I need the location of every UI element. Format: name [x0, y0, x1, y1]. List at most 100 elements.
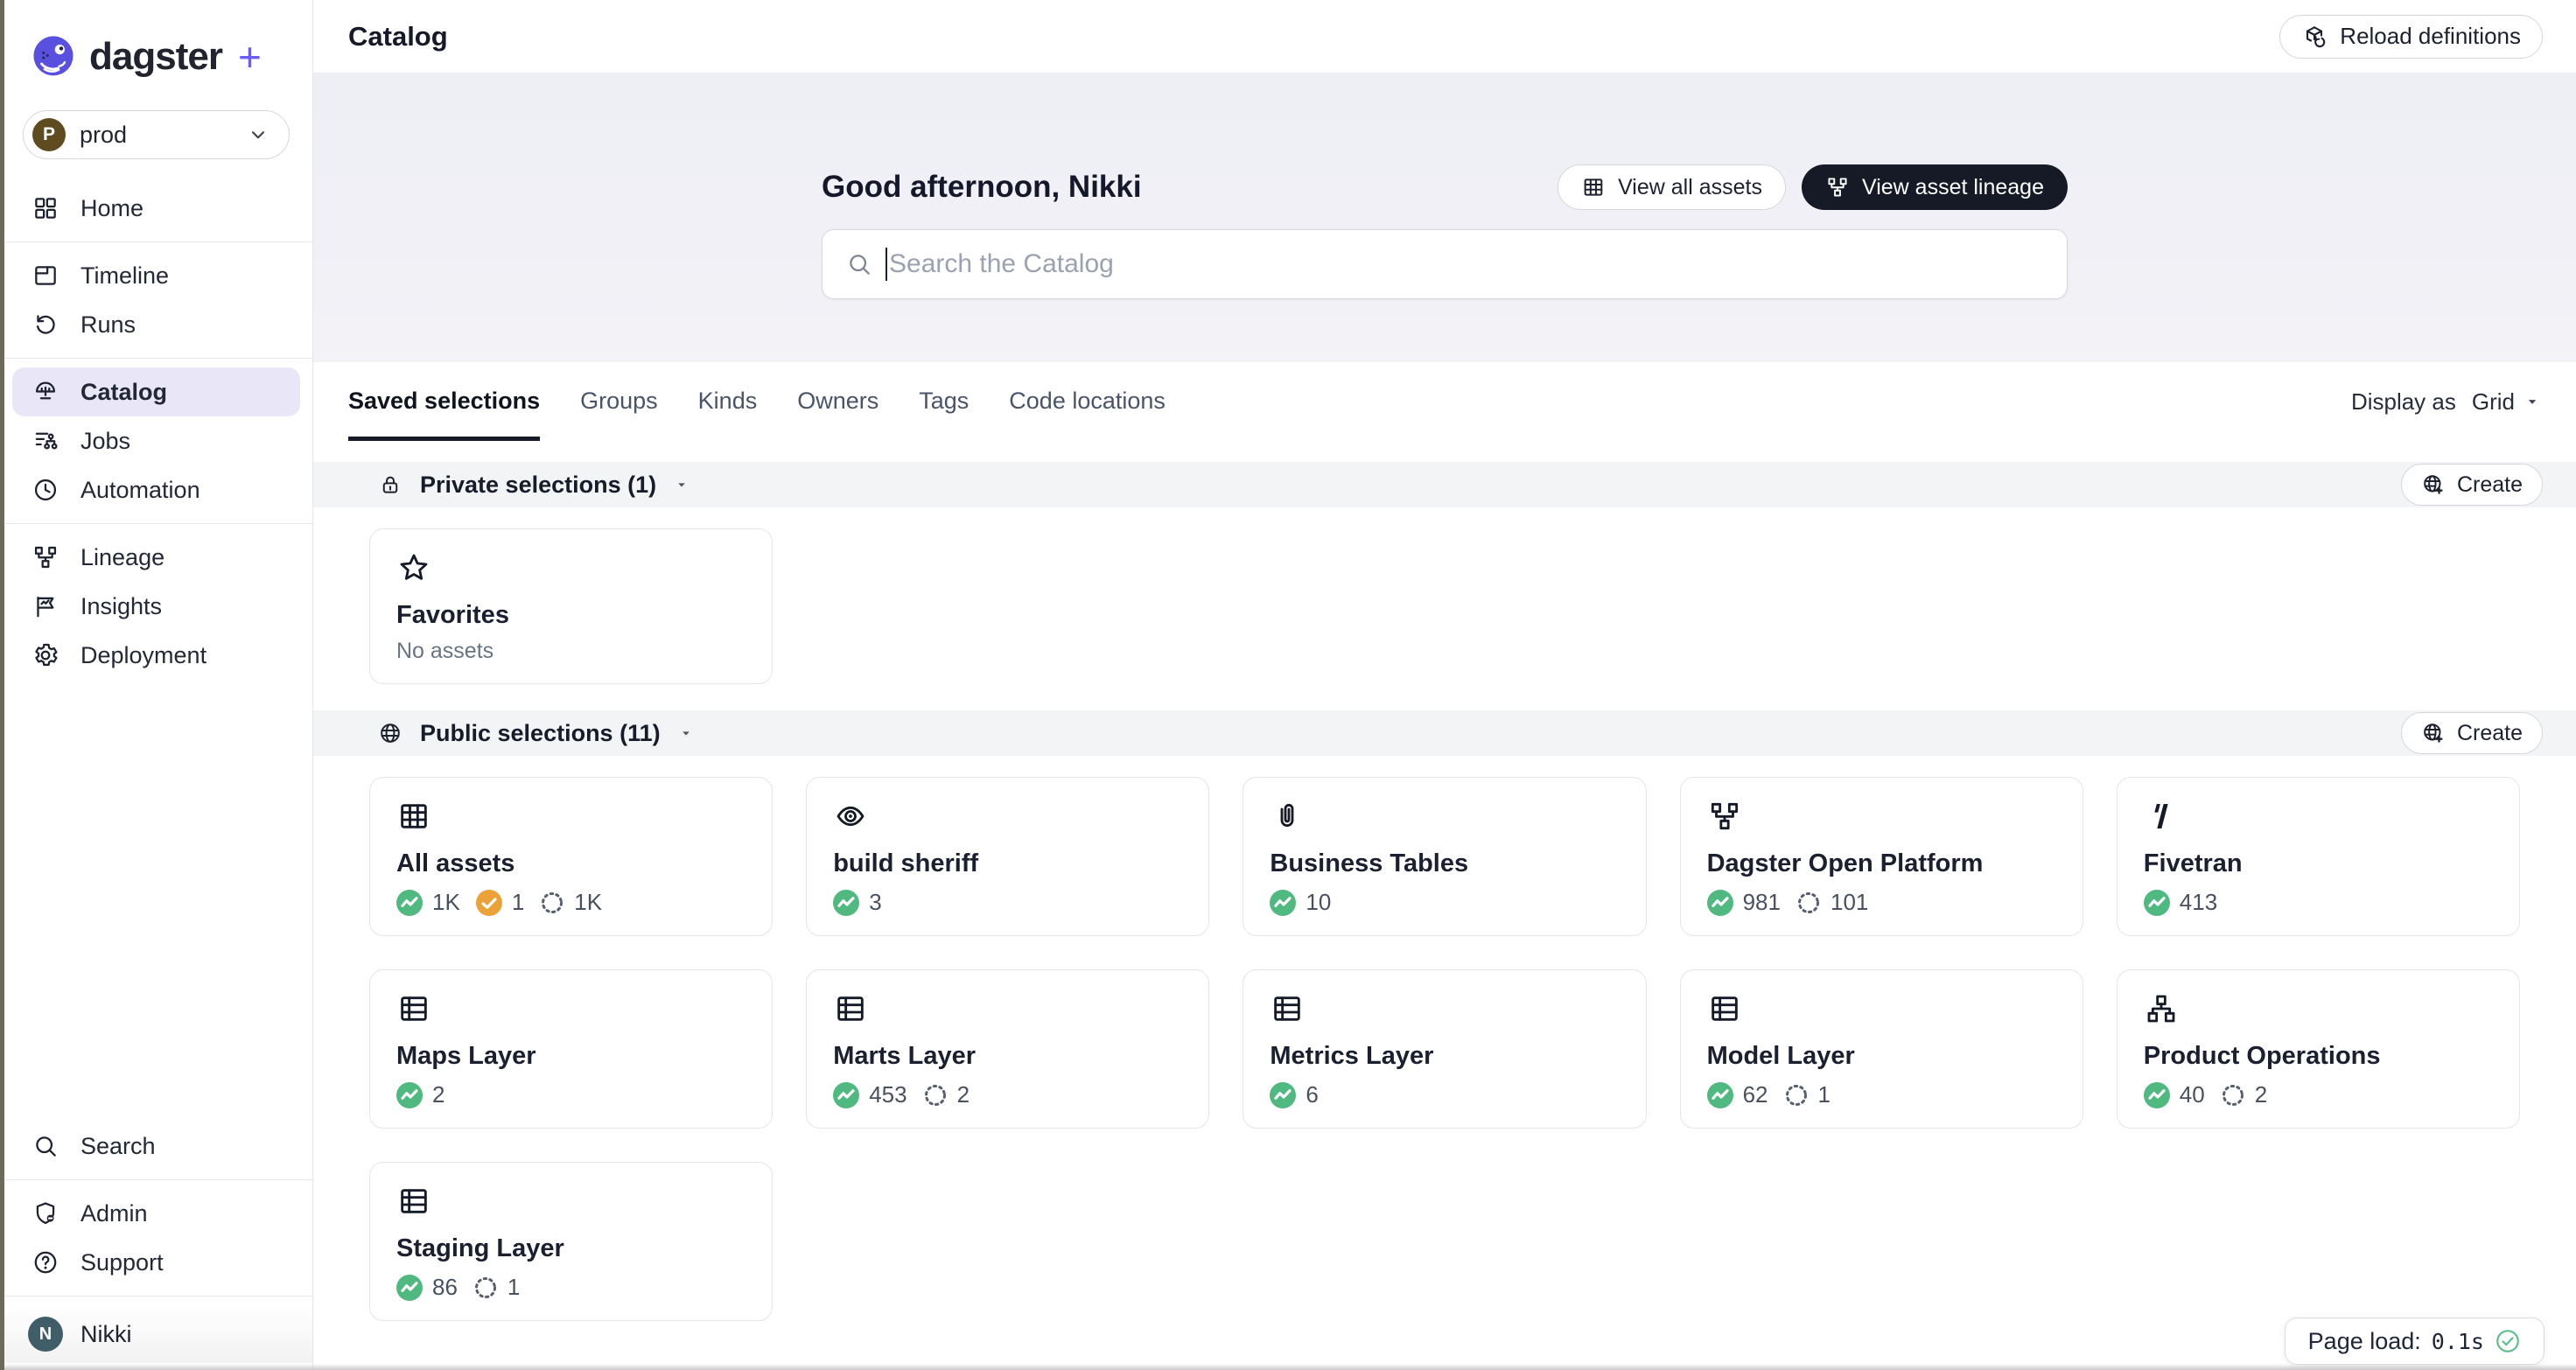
view-all-assets-button[interactable]: View all assets	[1558, 164, 1786, 210]
screen-edge	[0, 0, 4, 1370]
sidebar-item-admin[interactable]: Admin	[0, 1189, 312, 1238]
dagster-logo[interactable]: dagster +	[0, 30, 312, 84]
stat-never: 1	[473, 1274, 520, 1301]
globe-icon	[378, 721, 402, 745]
catalog-search-input[interactable]	[889, 249, 2044, 279]
card-maps-layer[interactable]: Maps Layer2	[369, 969, 773, 1129]
card-model-layer[interactable]: Model Layer 62 1	[1680, 969, 2083, 1129]
page-load-badge[interactable]: Page load: 0.1s	[2285, 1318, 2544, 1365]
card-stats: 2	[396, 1081, 746, 1108]
stat-never: 1	[1784, 1081, 1830, 1108]
user-menu[interactable]: N Nikki	[0, 1305, 312, 1363]
card-staging-layer[interactable]: Staging Layer861	[369, 1162, 773, 1321]
sidebar-item-label: Admin	[80, 1200, 148, 1227]
card-stats: 4532	[833, 1081, 1182, 1108]
sidebar-item-label: Lineage	[80, 544, 164, 571]
sidebar-item-label: Jobs	[80, 428, 130, 455]
table-rows-icon	[396, 991, 431, 1026]
stat-value: 1	[508, 1274, 520, 1301]
tab-kinds[interactable]: Kinds	[698, 362, 758, 441]
sitemap-icon	[2144, 991, 2179, 1026]
sidebar-item-catalog[interactable]: Catalog	[12, 367, 300, 416]
materialized-icon	[833, 1082, 859, 1108]
display-as-dropdown[interactable]: Grid	[2472, 388, 2541, 416]
sidebar-nav: Home Timeline Runs Catalog Jobs Automation Lin…	[0, 184, 312, 680]
section-private: Private selections (1) Create FavoritesNo …	[313, 462, 2576, 684]
view-all-assets-label: View all assets	[1618, 175, 1762, 200]
sidebar-item-home[interactable]: Home	[0, 184, 312, 233]
search-icon	[32, 1132, 60, 1160]
card-title: Model Layer	[1707, 1042, 2056, 1071]
catalog-search-box[interactable]	[822, 229, 2068, 299]
section-header-public[interactable]: Public selections (11)	[378, 720, 694, 747]
card-all-assets[interactable]: All assets1K11K	[369, 777, 773, 936]
tab-owners[interactable]: Owners	[797, 362, 878, 441]
sidebar-item-runs[interactable]: Runs	[0, 300, 312, 349]
create-button[interactable]: Create	[2401, 464, 2543, 506]
stat-value: 1K	[432, 889, 460, 916]
stat-value: 86	[432, 1274, 458, 1301]
paperclip-icon	[1270, 799, 1305, 834]
stat-materialized: 3	[833, 889, 881, 916]
jobs-icon	[32, 427, 60, 455]
card-fivetran[interactable]: Fivetran413	[2117, 777, 2520, 936]
card-favorites[interactable]: FavoritesNo assets	[369, 528, 773, 684]
deployment-label: prod	[80, 122, 233, 149]
sidebar-item-jobs[interactable]: Jobs	[0, 416, 312, 465]
catalog-hero: Good afternoon, Nikki View all assetsVie…	[313, 73, 2576, 362]
card-metrics-layer[interactable]: Metrics Layer6	[1242, 969, 1646, 1129]
card-dagster-open-platform[interactable]: Dagster Open Platform981101	[1680, 777, 2083, 936]
card-stats: 402	[2144, 1081, 2493, 1108]
sidebar-item-timeline[interactable]: Timeline	[0, 251, 312, 300]
stat-materialized: 981	[1707, 889, 1781, 916]
caret-down-small-icon	[674, 477, 690, 493]
sidebar-item-automation[interactable]: Automation	[0, 465, 312, 514]
sidebar-item-insights[interactable]: Insights	[0, 582, 312, 631]
materialized-icon	[2144, 1082, 2170, 1108]
stat-materialized: 10	[1270, 889, 1331, 916]
stat-value: 62	[1743, 1081, 1768, 1108]
stat-value: 1	[1818, 1081, 1830, 1108]
card-product-operations[interactable]: Product Operations402	[2117, 969, 2520, 1129]
card-title: Business Tables	[1270, 849, 1619, 878]
tab-code-locations[interactable]: Code locations	[1009, 362, 1166, 441]
section-title: Private selections (1)	[420, 472, 656, 499]
create-button[interactable]: Create	[2401, 712, 2543, 754]
materialized-icon	[1707, 890, 1733, 916]
section-public: Public selections (11) Create All assets 1K…	[313, 710, 2576, 1321]
sidebar-item-label: Timeline	[80, 262, 169, 290]
materialized-icon	[1270, 890, 1296, 916]
card-business-tables[interactable]: Business Tables 10	[1242, 777, 1646, 936]
stat-value: 10	[1306, 889, 1331, 916]
sidebar-item-search[interactable]: Search	[0, 1122, 312, 1171]
sidebar-item-support[interactable]: Support	[0, 1238, 312, 1287]
card-marts-layer[interactable]: Marts Layer4532	[806, 969, 1209, 1129]
home-icon	[32, 194, 60, 222]
view-asset-lineage-button[interactable]: View asset lineage	[1802, 164, 2068, 210]
tab-tags[interactable]: Tags	[919, 362, 969, 441]
lineage-icon	[1707, 799, 1742, 834]
tab-saved-selections[interactable]: Saved selections	[348, 362, 540, 441]
section-title: Public selections (11)	[420, 720, 661, 747]
card-subtitle: No assets	[396, 639, 746, 664]
user-name: Nikki	[80, 1321, 132, 1348]
warning-check-icon	[476, 890, 502, 916]
reload-definitions-button[interactable]: Reload definitions	[2279, 15, 2543, 59]
support-icon	[32, 1248, 60, 1276]
catalog-tabs-row: Saved selections Groups Kinds Owners Tags Cod…	[313, 362, 2576, 441]
card-build-sheriff[interactable]: build sheriff3	[806, 777, 1209, 936]
card-grid: All assets1K11Kbuild sheriff3Business Ta…	[369, 777, 2520, 1321]
reload-cube-icon	[2301, 24, 2328, 50]
section-header-private[interactable]: Private selections (1)	[378, 472, 690, 499]
display-as-control: Display as Grid	[2351, 362, 2541, 441]
sidebar-item-lineage[interactable]: Lineage	[0, 533, 312, 582]
never-materialized-icon	[1796, 891, 1821, 915]
table-rows-icon	[1707, 991, 1742, 1026]
deployment-switcher[interactable]: P prod	[23, 110, 290, 159]
sidebar-item-deployment[interactable]: Deployment	[0, 631, 312, 680]
materialized-icon	[396, 890, 423, 916]
tab-groups[interactable]: Groups	[580, 362, 658, 441]
insights-icon	[32, 592, 60, 620]
card-title: All assets	[396, 849, 746, 878]
top-bar: Catalog Reload definitions	[313, 0, 2576, 73]
